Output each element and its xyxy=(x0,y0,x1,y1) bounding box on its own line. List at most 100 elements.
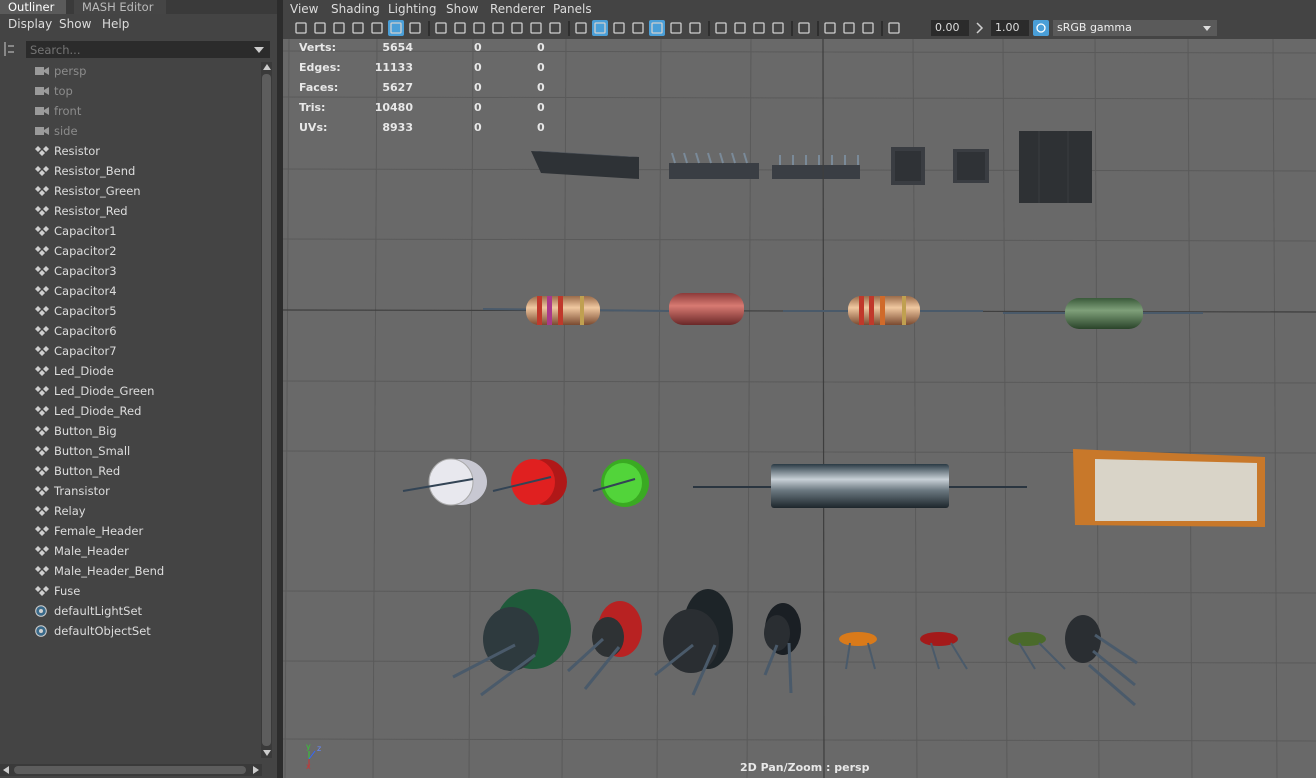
chevron-down-icon[interactable] xyxy=(1203,26,1211,31)
resolution-gate-icon[interactable] xyxy=(471,20,487,36)
default-material-icon[interactable] xyxy=(611,20,627,36)
menu-view[interactable]: View xyxy=(290,2,318,16)
outliner-item[interactable]: defaultObjectSet xyxy=(26,621,262,641)
lock-camera-icon[interactable] xyxy=(312,20,328,36)
hud-value: 0 xyxy=(537,41,545,54)
menu-panels[interactable]: Panels xyxy=(553,2,592,16)
chevron-down-icon[interactable] xyxy=(254,47,264,53)
smooth-shade-icon[interactable] xyxy=(592,20,608,36)
viewport-panel: View Shading Lighting Show Renderer Pane… xyxy=(283,0,1316,778)
outliner-item[interactable]: Resistor_Bend xyxy=(26,161,262,181)
isolate-select-icon[interactable] xyxy=(796,20,812,36)
image-plane-icon[interactable] xyxy=(369,20,385,36)
gate-mask-icon[interactable] xyxy=(490,20,506,36)
film-gate-icon[interactable] xyxy=(452,20,468,36)
search-input[interactable] xyxy=(26,41,270,58)
color-space-dropdown[interactable]: sRGB gamma xyxy=(1053,20,1217,36)
outliner-item[interactable]: Resistor_Red xyxy=(26,201,262,221)
outliner-horizontal-scrollbar[interactable] xyxy=(0,764,262,776)
use-lights-icon[interactable] xyxy=(668,20,684,36)
2d-pan-zoom-icon[interactable] xyxy=(388,20,404,36)
field-chart-icon[interactable] xyxy=(509,20,525,36)
gamma-field[interactable]: 1.00 xyxy=(991,20,1029,36)
outliner-item[interactable]: Led_Diode_Red xyxy=(26,401,262,421)
transform-icon xyxy=(34,505,50,517)
view-transform-icon[interactable] xyxy=(1033,20,1049,36)
grid-icon[interactable] xyxy=(433,20,449,36)
safe-action-icon[interactable] xyxy=(528,20,544,36)
menu-show[interactable]: Show xyxy=(59,17,91,31)
outliner-item[interactable]: Capacitor7 xyxy=(26,341,262,361)
outliner-item[interactable]: defaultLightSet xyxy=(26,601,262,621)
outliner-item[interactable]: front xyxy=(26,101,262,121)
wireframe-icon[interactable] xyxy=(573,20,589,36)
outliner-item[interactable]: Button_Small xyxy=(26,441,262,461)
outliner-item[interactable]: persp xyxy=(26,61,262,81)
menu-shading[interactable]: Shading xyxy=(331,2,380,16)
outliner-item[interactable]: top xyxy=(26,81,262,101)
xray-icon[interactable] xyxy=(822,20,838,36)
scroll-right-icon[interactable] xyxy=(253,766,259,774)
select-camera-icon[interactable] xyxy=(293,20,309,36)
outliner-item-label: Capacitor4 xyxy=(54,284,117,298)
outliner-item[interactable]: Capacitor5 xyxy=(26,301,262,321)
tab-mash-editor[interactable]: MASH Editor xyxy=(74,0,166,14)
xray-joints-icon[interactable] xyxy=(841,20,857,36)
outliner-item[interactable]: Capacitor6 xyxy=(26,321,262,341)
outliner-item[interactable]: Resistor xyxy=(26,141,262,161)
scrollbar-thumb[interactable] xyxy=(14,766,246,774)
shadows-icon[interactable] xyxy=(687,20,703,36)
outliner-item-label: Transistor xyxy=(54,484,110,498)
motion-blur-icon[interactable] xyxy=(732,20,748,36)
outliner-item[interactable]: Led_Diode_Green xyxy=(26,381,262,401)
outliner-item[interactable]: Transistor xyxy=(26,481,262,501)
backface-culling-icon[interactable] xyxy=(860,20,876,36)
scroll-up-icon[interactable] xyxy=(263,64,271,70)
scroll-down-icon[interactable] xyxy=(263,750,271,756)
bookmark-icon[interactable] xyxy=(350,20,366,36)
safe-title-icon[interactable] xyxy=(547,20,563,36)
outliner-item[interactable]: Capacitor3 xyxy=(26,261,262,281)
outliner-item[interactable]: Capacitor1 xyxy=(26,221,262,241)
outliner-item[interactable]: Fuse xyxy=(26,581,262,601)
menu-help[interactable]: Help xyxy=(102,17,129,31)
filter-icon[interactable] xyxy=(3,41,18,57)
exposure-icon[interactable] xyxy=(886,20,902,36)
outliner-item[interactable]: Capacitor4 xyxy=(26,281,262,301)
menu-show[interactable]: Show xyxy=(446,2,478,16)
outliner-vertical-scrollbar[interactable] xyxy=(261,62,272,758)
outliner-item[interactable]: Capacitor2 xyxy=(26,241,262,261)
viewport-background xyxy=(283,39,1316,778)
xray-active-icon[interactable] xyxy=(649,20,665,36)
menu-renderer[interactable]: Renderer xyxy=(490,2,545,16)
menu-display[interactable]: Display xyxy=(8,17,52,31)
menu-lighting[interactable]: Lighting xyxy=(388,2,437,16)
scrollbar-thumb[interactable] xyxy=(262,74,271,746)
outliner-item[interactable]: Male_Header_Bend xyxy=(26,561,262,581)
viewport-toolbar: 0.00 1.00 sRGB gamma xyxy=(283,18,1316,39)
outliner-item[interactable]: Resistor_Green xyxy=(26,181,262,201)
grease-pencil-icon[interactable] xyxy=(407,20,423,36)
viewport-3d-scene[interactable] xyxy=(283,39,1316,778)
outliner-item[interactable]: Button_Red xyxy=(26,461,262,481)
multisample-aa-icon[interactable] xyxy=(751,20,767,36)
hud-row: Verts: 5654 0 0 xyxy=(299,41,559,61)
depth-of-field-icon[interactable] xyxy=(770,20,786,36)
outliner-item[interactable]: Male_Header xyxy=(26,541,262,561)
outliner-item[interactable]: Relay xyxy=(26,501,262,521)
outliner-item[interactable]: Female_Header xyxy=(26,521,262,541)
outliner-item[interactable]: Button_Big xyxy=(26,421,262,441)
gamma-icon[interactable] xyxy=(973,20,989,36)
outliner-item[interactable]: Led_Diode xyxy=(26,361,262,381)
toolbar-separator xyxy=(817,21,819,36)
textured-icon[interactable] xyxy=(630,20,646,36)
tab-outliner[interactable]: Outliner xyxy=(0,0,66,14)
camera-attributes-icon[interactable] xyxy=(331,20,347,36)
exposure-field[interactable]: 0.00 xyxy=(931,20,969,36)
screen-space-ao-icon[interactable] xyxy=(713,20,729,36)
outliner-item[interactable]: side xyxy=(26,121,262,141)
scroll-left-icon[interactable] xyxy=(3,766,9,774)
transform-icon xyxy=(34,545,50,557)
transform-icon xyxy=(34,425,50,437)
outliner-panel: Outliner MASH Editor Display Show Help p… xyxy=(0,0,277,778)
